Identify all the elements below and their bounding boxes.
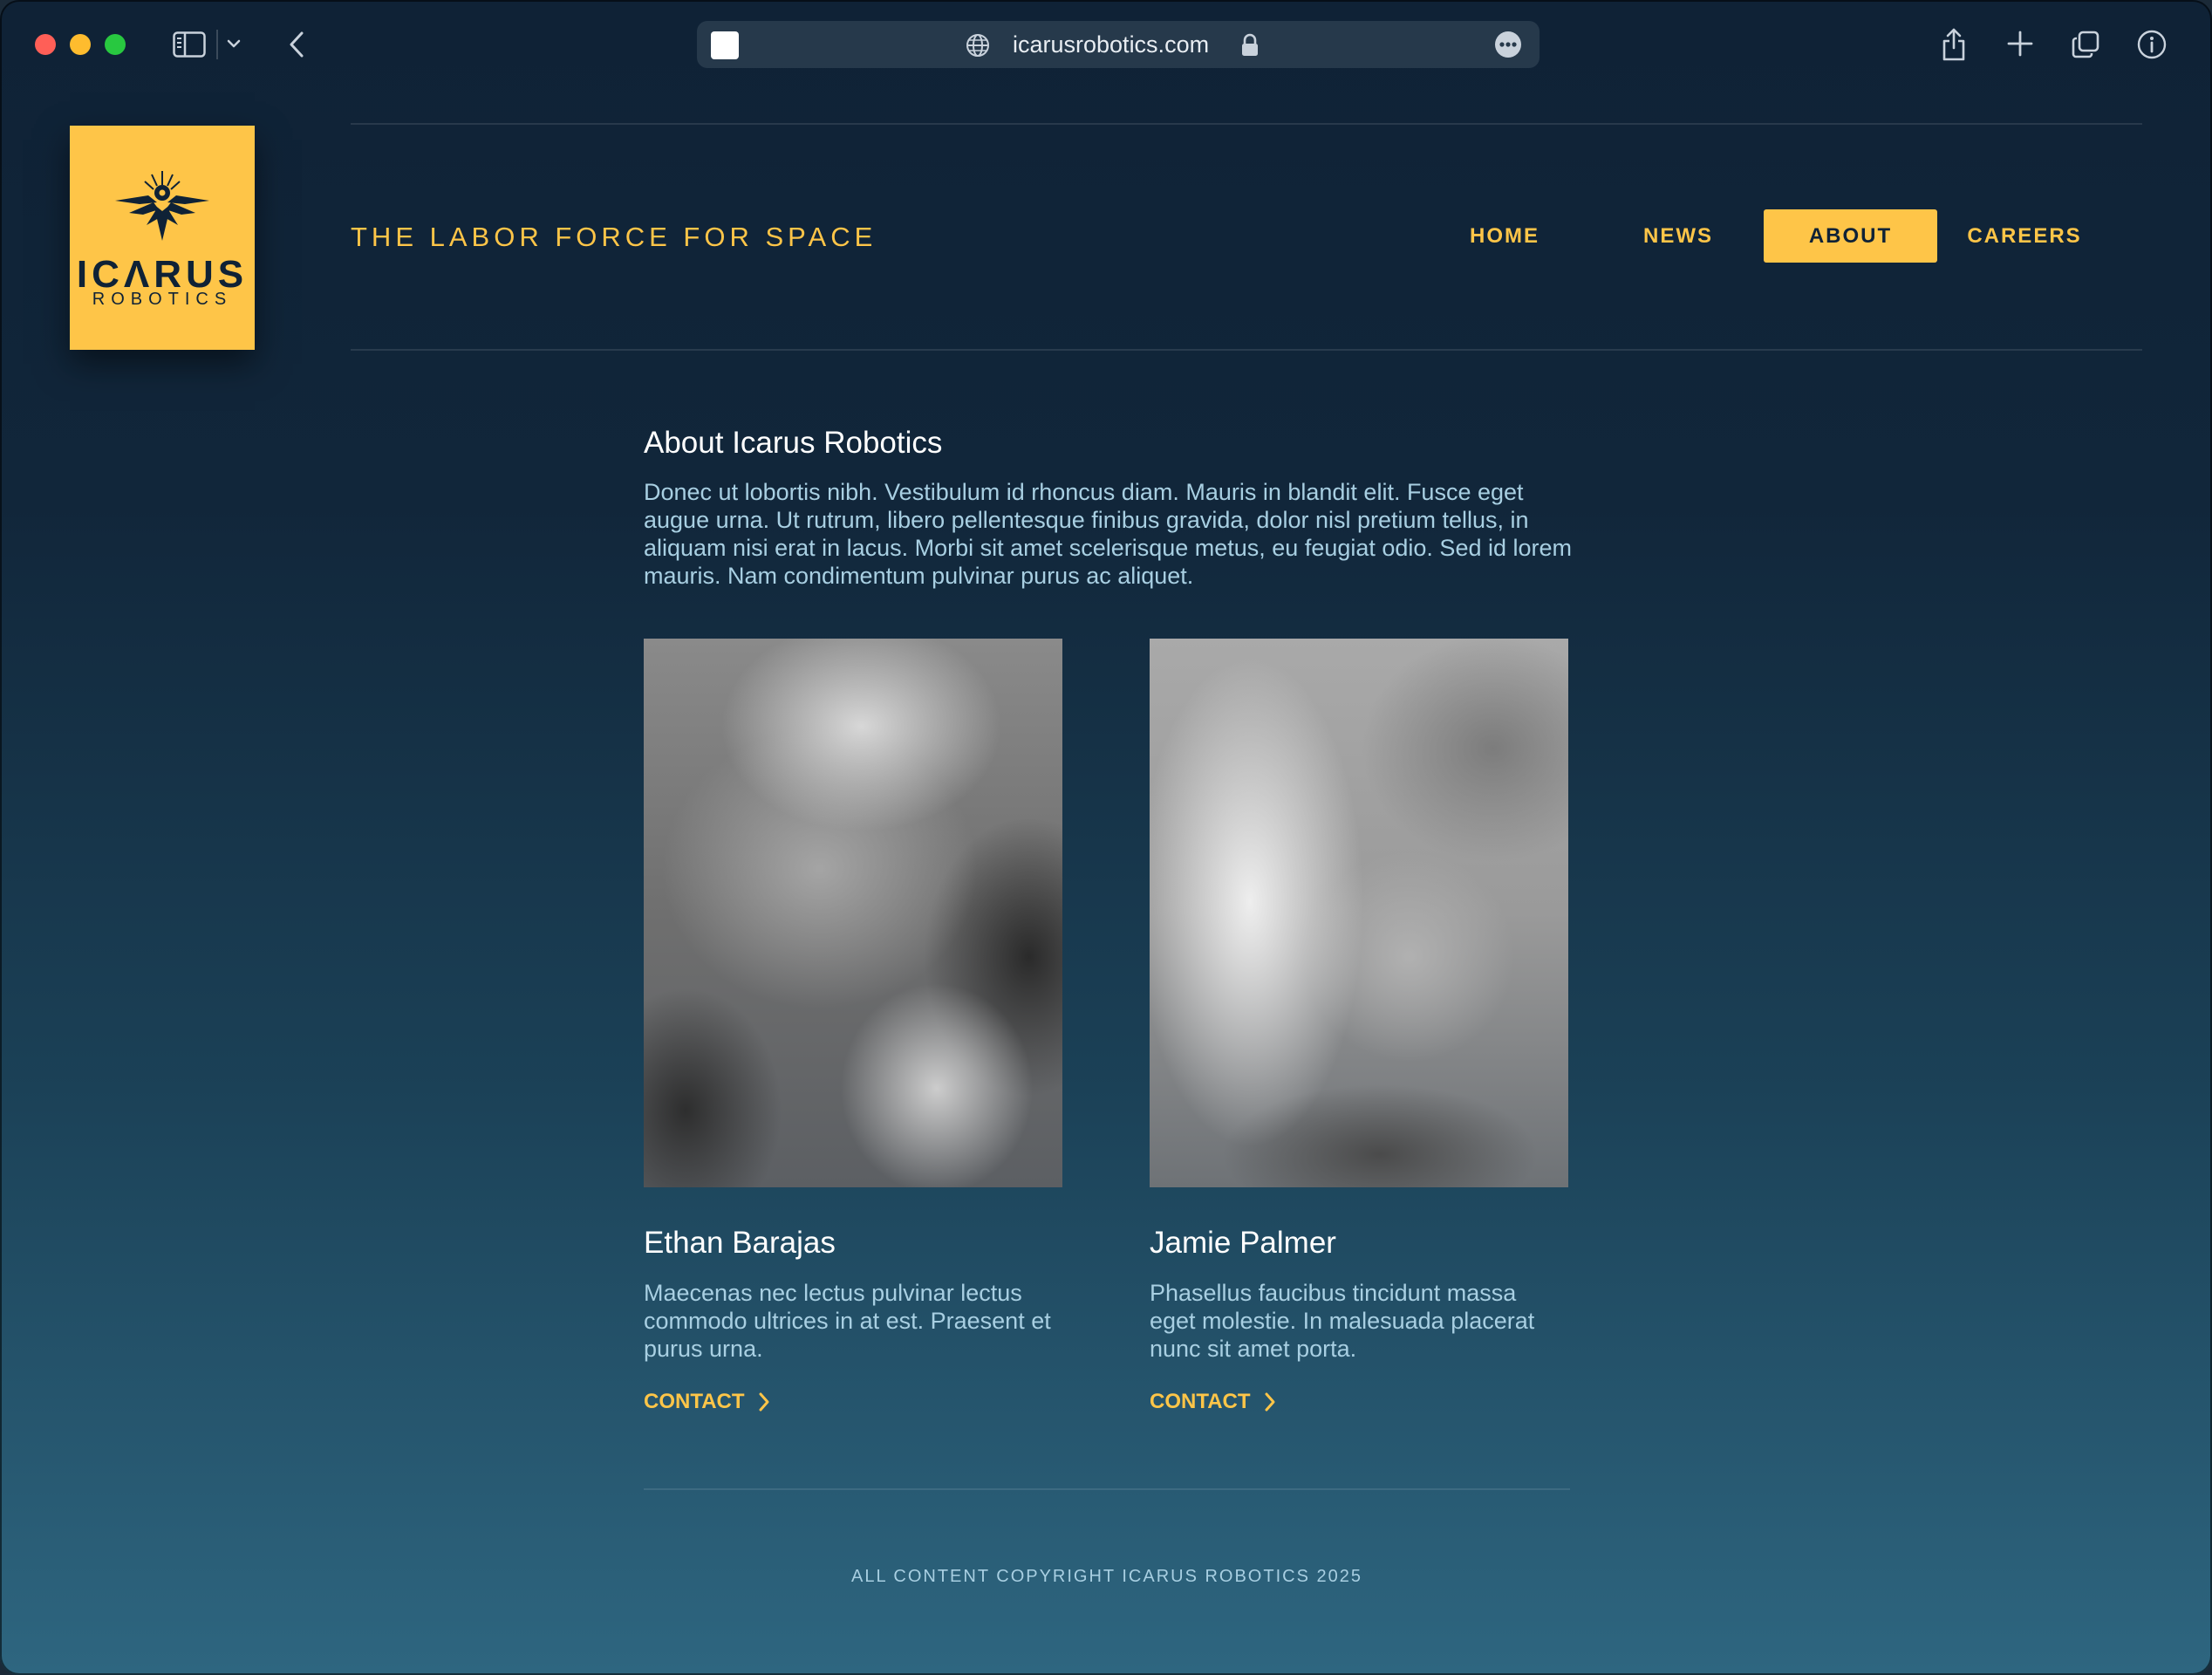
chevron-down-icon[interactable] xyxy=(223,33,244,54)
contact-label: CONTACT xyxy=(1150,1390,1251,1413)
footer-copyright: ALL CONTENT COPYRIGHT ICARUS ROBOTICS 20… xyxy=(851,1567,1362,1586)
nav-news[interactable]: NEWS xyxy=(1622,209,1734,263)
globe-icon xyxy=(966,33,992,58)
browser-toolbar: icarusrobotics.com xyxy=(0,0,2212,91)
team-member-bio: Phasellus faucibus tincidunt massa eget … xyxy=(1150,1280,1535,1362)
minimize-window-button[interactable] xyxy=(70,34,91,55)
browser-window: icarusrobotics.com ICΛRUS ROBOTICS THE L… xyxy=(0,0,2212,1675)
team-photo xyxy=(1150,639,1568,1187)
site-tagline: THE LABOR FORCE FOR SPACE xyxy=(351,222,877,252)
nav-careers[interactable]: CAREERS xyxy=(1957,209,2092,263)
site-favicon xyxy=(711,31,739,59)
contact-link[interactable]: CONTACT xyxy=(1150,1387,1277,1417)
address-bar[interactable]: icarusrobotics.com xyxy=(697,21,1540,68)
team-member-name: Jamie Palmer xyxy=(1150,1226,1336,1260)
footer-divider xyxy=(644,1488,1570,1490)
site-logo[interactable]: ICΛRUS ROBOTICS xyxy=(70,126,255,350)
chevron-right-icon xyxy=(1263,1391,1277,1412)
header-divider-top xyxy=(351,123,2142,125)
page-title: About Icarus Robotics xyxy=(644,426,943,460)
plus-icon[interactable] xyxy=(2004,28,2036,59)
tabs-icon[interactable] xyxy=(2069,28,2102,61)
team-member-name: Ethan Barajas xyxy=(644,1226,836,1260)
info-icon[interactable] xyxy=(2135,28,2168,61)
close-window-button[interactable] xyxy=(35,34,56,55)
logo-subtitle: ROBOTICS xyxy=(92,290,233,309)
contact-label: CONTACT xyxy=(644,1390,745,1413)
icarus-emblem-icon xyxy=(115,171,209,241)
toolbar-divider xyxy=(216,30,218,59)
more-icon[interactable] xyxy=(1494,31,1522,58)
zoom-window-button[interactable] xyxy=(105,34,126,55)
nav-about[interactable]: ABOUT xyxy=(1764,209,1937,263)
back-icon[interactable] xyxy=(281,28,312,61)
nav-home[interactable]: HOME xyxy=(1448,209,1561,263)
url-text[interactable]: icarusrobotics.com xyxy=(1013,30,1209,59)
chevron-right-icon xyxy=(757,1391,771,1412)
about-paragraph: Donec ut lobortis nibh. Vestibulum id rh… xyxy=(644,479,1573,589)
team-photo xyxy=(644,639,1062,1187)
share-icon[interactable] xyxy=(1938,26,1970,63)
lock-icon xyxy=(1240,33,1260,58)
sidebar-icon[interactable] xyxy=(171,30,208,59)
contact-link[interactable]: CONTACT xyxy=(644,1387,771,1417)
team-member-bio: Maecenas nec lectus pulvinar lectus comm… xyxy=(644,1280,1051,1362)
header-divider-bottom xyxy=(351,349,2142,351)
